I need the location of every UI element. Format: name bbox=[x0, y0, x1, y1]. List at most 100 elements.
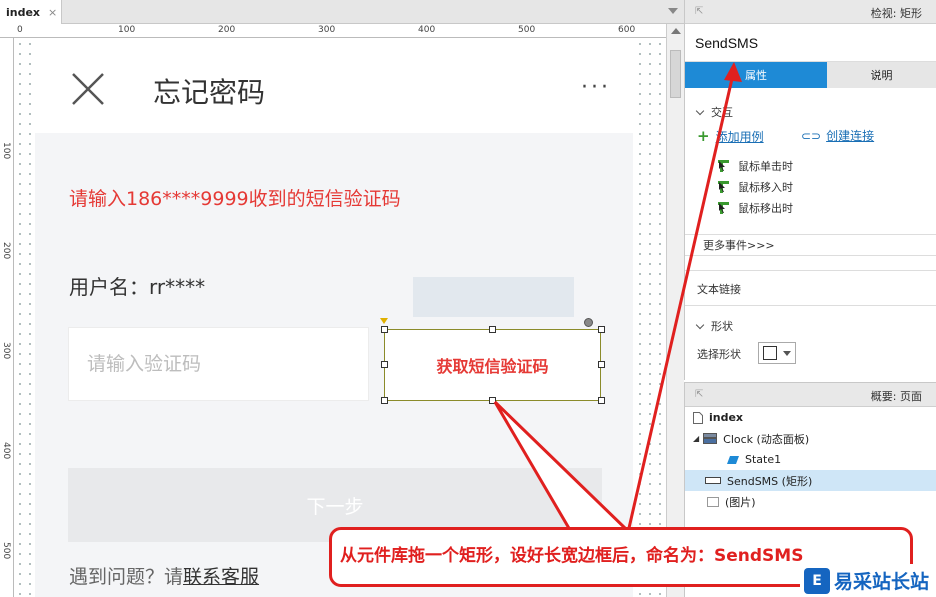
sms-hint-text: 请输入186****9999收到的短信验证码 bbox=[69, 188, 401, 210]
next-step-label: 下一步 bbox=[306, 495, 364, 518]
outline-item-label: State1 bbox=[745, 453, 782, 466]
resize-handle[interactable] bbox=[381, 397, 388, 404]
ruler-label: 100 bbox=[118, 25, 136, 35]
resize-handle[interactable] bbox=[598, 397, 605, 404]
inspector-header: ⇱ 检视: 矩形 bbox=[685, 0, 936, 24]
dropdown-arrow-icon bbox=[783, 351, 791, 356]
ruler-label: 300 bbox=[318, 25, 336, 35]
pin-icon[interactable]: ⇱ bbox=[695, 6, 703, 17]
outline-item-label: index bbox=[709, 411, 744, 424]
outline-item-index[interactable]: index bbox=[685, 407, 936, 428]
tab-label: index bbox=[6, 5, 41, 19]
page-title: 忘记密码 bbox=[153, 76, 266, 109]
callout-text: 从元件库拖一个矩形，设好长宽边框后，命名为：SendSMS bbox=[340, 546, 804, 566]
event-onmouseleave[interactable]: 鼠标移出时 bbox=[717, 200, 793, 216]
help-text: 遇到问题？请联系客服 bbox=[69, 562, 259, 589]
inspector-title: 检视: 矩形 bbox=[870, 7, 922, 20]
username-label: 用户名：rr**** bbox=[69, 275, 206, 299]
outline-item-state1[interactable]: State1 bbox=[685, 449, 936, 470]
outline-item-label: (图片) bbox=[725, 495, 756, 509]
watermark-text: 易采站长站 bbox=[834, 571, 930, 593]
resize-handle[interactable] bbox=[381, 361, 388, 368]
more-icon[interactable]: ··· bbox=[581, 75, 611, 100]
inspector-tabs: 属性 说明 bbox=[685, 62, 936, 88]
tab-dropdown-icon[interactable] bbox=[668, 8, 678, 14]
shape-section-title[interactable]: 形状 bbox=[695, 318, 733, 334]
outline-item-clock[interactable]: ◢ Clock (动态面板) bbox=[685, 428, 936, 449]
verification-code-field[interactable] bbox=[68, 327, 369, 401]
help-prefix: 遇到问题？请 bbox=[69, 566, 184, 588]
clock-panel-placeholder[interactable] bbox=[413, 277, 574, 317]
ruler-label: 200 bbox=[218, 25, 236, 35]
sendsms-button[interactable]: 获取短信验证码 bbox=[384, 329, 601, 401]
ruler-label: 500 bbox=[1, 542, 11, 560]
shape-title: 形状 bbox=[711, 320, 733, 333]
add-case-link[interactable]: + 添加用例 bbox=[697, 127, 764, 145]
resize-handle[interactable] bbox=[489, 397, 496, 404]
close-icon[interactable] bbox=[71, 72, 105, 106]
plus-icon: + bbox=[697, 127, 710, 145]
dynamic-panel-icon bbox=[703, 433, 718, 444]
tab-index[interactable]: index × bbox=[0, 0, 62, 24]
tab-properties[interactable]: 属性 bbox=[685, 62, 827, 88]
horizontal-ruler: 0 100 200 300 400 500 600 bbox=[0, 24, 666, 38]
contact-support-link[interactable]: 联系客服 bbox=[183, 566, 259, 588]
resize-handle[interactable] bbox=[598, 326, 605, 333]
corner-radius-handle[interactable] bbox=[380, 318, 388, 324]
vertical-ruler: 100 200 300 400 500 bbox=[0, 38, 14, 597]
image-icon bbox=[707, 496, 719, 507]
event-cursor-icon bbox=[718, 202, 729, 214]
event-onmouseenter[interactable]: 鼠标移入时 bbox=[717, 179, 793, 195]
outline-item-sendsms[interactable]: SendSMS (矩形) bbox=[685, 470, 936, 491]
ruler-label: 0 bbox=[17, 25, 23, 35]
rotate-handle[interactable] bbox=[584, 318, 593, 327]
text-link-section[interactable]: 文本链接 bbox=[697, 281, 741, 297]
outline-item-label: SendSMS (矩形) bbox=[727, 474, 813, 488]
add-case-label: 添加用例 bbox=[715, 129, 764, 144]
outline-title: 概要: 页面 bbox=[870, 390, 922, 403]
ruler-label: 200 bbox=[1, 242, 11, 260]
scroll-thumb[interactable] bbox=[670, 50, 681, 98]
watermark: E 易采站长站 bbox=[800, 564, 936, 597]
rectangle-icon bbox=[705, 477, 721, 484]
create-link-link[interactable]: ⊂⊃ 创建连接 bbox=[801, 127, 874, 144]
ruler-label: 400 bbox=[418, 25, 436, 35]
phone-mockup: 忘记密码 ··· 请输入186****9999收到的短信验证码 用户名：rr**… bbox=[35, 39, 633, 597]
pin-icon[interactable]: ⇱ bbox=[695, 389, 703, 400]
phone-header: 忘记密码 ··· bbox=[35, 39, 633, 133]
outline-item-label: Clock (动态面板) bbox=[723, 432, 810, 446]
scroll-up-icon[interactable] bbox=[671, 28, 681, 34]
rectangle-shape-icon bbox=[763, 346, 777, 360]
widget-name-field[interactable]: SendSMS bbox=[685, 24, 936, 62]
resize-handle[interactable] bbox=[598, 361, 605, 368]
design-canvas[interactable]: 忘记密码 ··· 请输入186****9999收到的短信验证码 用户名：rr**… bbox=[15, 39, 666, 597]
state-icon bbox=[727, 455, 739, 464]
event-label: 鼠标移出时 bbox=[738, 202, 793, 215]
verification-code-input[interactable] bbox=[87, 353, 368, 375]
resize-handle[interactable] bbox=[489, 326, 496, 333]
watermark-logo: E bbox=[804, 567, 830, 594]
sendsms-label: 获取短信验证码 bbox=[436, 357, 549, 376]
expand-triangle-icon[interactable]: ◢ bbox=[693, 434, 699, 443]
event-onclick[interactable]: 鼠标单击时 bbox=[717, 158, 793, 174]
event-label: 鼠标移入时 bbox=[738, 181, 793, 194]
link-icon: ⊂⊃ bbox=[801, 128, 822, 143]
document-tab-bar: index × bbox=[0, 0, 684, 24]
shape-select-label: 选择形状 bbox=[697, 348, 741, 361]
close-tab-icon[interactable]: × bbox=[48, 6, 57, 19]
interaction-title: 交互 bbox=[711, 106, 733, 119]
ruler-label: 400 bbox=[1, 442, 11, 460]
create-link-label: 创建连接 bbox=[826, 129, 875, 143]
chevron-down-icon bbox=[695, 106, 705, 115]
shape-select-dropdown[interactable] bbox=[758, 342, 796, 364]
outline-item-image[interactable]: (图片) bbox=[685, 491, 936, 512]
divider bbox=[685, 270, 936, 271]
resize-handle[interactable] bbox=[381, 326, 388, 333]
interaction-section-title[interactable]: 交互 bbox=[695, 104, 733, 120]
more-events-link[interactable]: 更多事件>>> bbox=[685, 234, 936, 256]
tab-notes[interactable]: 说明 bbox=[827, 62, 936, 88]
ruler-label: 100 bbox=[1, 142, 11, 160]
event-cursor-icon bbox=[718, 181, 729, 193]
canvas-scrollbar[interactable] bbox=[666, 24, 684, 597]
event-label: 鼠标单击时 bbox=[738, 160, 793, 173]
